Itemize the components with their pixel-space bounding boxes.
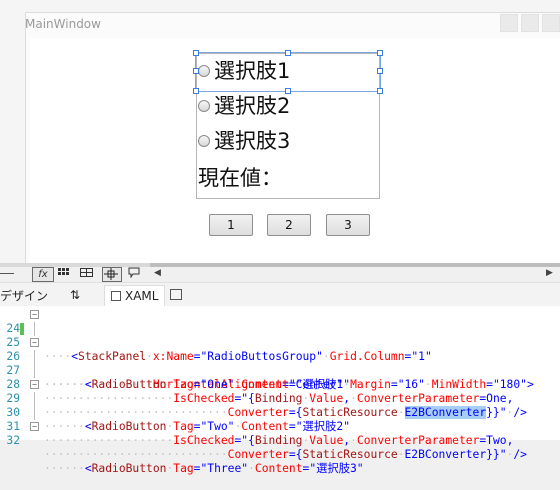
button-1[interactable]: 1: [209, 214, 253, 236]
fold-toggle-icon[interactable]: −: [30, 380, 39, 389]
resize-handle[interactable]: [285, 50, 291, 56]
swap-panes-icon[interactable]: ⇅: [70, 288, 80, 302]
code-text: ······<RadioButton·Tag="Three"·Content="…: [44, 462, 364, 475]
resize-handle[interactable]: [285, 88, 291, 94]
fx-button[interactable]: fx: [32, 267, 54, 282]
editor-tab-bar: デザイン ⇅ XAML: [0, 282, 560, 307]
radio-option-3[interactable]: 選択肢3: [198, 129, 290, 153]
code-line: 25 ················HorizontalAlignment="…: [0, 322, 560, 391]
radio-button-icon[interactable]: [198, 100, 210, 112]
resize-handle[interactable]: [193, 50, 199, 56]
code-text: ···························Converter={St…: [44, 448, 527, 461]
scroll-left-icon[interactable]: ◀: [154, 268, 161, 278]
minimize-icon: [500, 14, 518, 32]
code-line: 32 − ······<RadioButton·Tag="Three"·Cont…: [0, 420, 560, 475]
line-number: 32: [6, 434, 20, 447]
radio-button-icon[interactable]: [198, 65, 210, 77]
code-line: 31 ···························Converter=…: [0, 406, 560, 461]
radio-option-1[interactable]: 選択肢1: [198, 59, 290, 83]
fold-toggle-icon[interactable]: −: [30, 422, 39, 431]
tab-design[interactable]: デザイン: [0, 287, 48, 304]
xaml-code-editor[interactable]: 24 − ····<StackPanel·x:Name="RadioButtos…: [0, 306, 560, 475]
code-line: 30 ···················IsChecked="{Bindin…: [0, 392, 560, 447]
snap-lines-icon[interactable]: [102, 267, 122, 282]
resize-handle[interactable]: [377, 68, 383, 74]
close-icon: [542, 14, 560, 32]
resize-handle[interactable]: [193, 68, 199, 74]
radio-button-icon[interactable]: [198, 135, 210, 147]
code-line: 26 − ······<RadioButton·Tag="One"·Conten…: [0, 336, 560, 391]
code-line: 27 ···················IsChecked="{Bindin…: [0, 350, 560, 405]
code-line: 29 − ······<RadioButton·Tag="Two"·Conten…: [0, 378, 560, 433]
tab-xaml[interactable]: XAML: [104, 285, 166, 307]
scroll-right-icon[interactable]: ▶: [546, 268, 553, 278]
tab-xaml-label: XAML: [125, 289, 159, 303]
fold-toggle-icon[interactable]: −: [30, 338, 39, 347]
resize-handle[interactable]: [377, 88, 383, 94]
grid-icon[interactable]: [58, 267, 72, 280]
zoom-dropdown-icon[interactable]: [0, 273, 14, 274]
designer-surface[interactable]: MainWindow 選択肢1 選択肢2 選択肢3 現在値： 1 2 3: [0, 0, 560, 272]
radio-option-2[interactable]: 選択肢2: [198, 94, 290, 118]
radio-label: 選択肢2: [214, 94, 291, 118]
window-title: MainWindow: [25, 17, 101, 31]
resize-handle[interactable]: [193, 88, 199, 94]
code-line: 24 − ····<StackPanel·x:Name="RadioButtos…: [0, 308, 560, 363]
code-text: ···················IsChecked="{Binding·V…: [44, 434, 514, 447]
snap-grid-icon[interactable]: [80, 267, 94, 280]
code-line: 28 ···························Converter=…: [0, 364, 560, 419]
current-value-label: 現在値：: [198, 166, 282, 190]
maximize-icon: [521, 14, 539, 32]
designer-toolbar: fx: [0, 267, 560, 282]
radio-label: 選択肢1: [214, 59, 291, 83]
button-2[interactable]: 2: [267, 214, 311, 236]
button-3[interactable]: 3: [326, 214, 370, 236]
speech-bubble-icon[interactable]: [128, 267, 142, 280]
change-marker: [20, 323, 24, 335]
resize-handle[interactable]: [377, 50, 383, 56]
window-controls: [500, 14, 560, 32]
radio-label: 選択肢3: [214, 129, 291, 153]
fold-toggle-icon[interactable]: −: [30, 310, 39, 319]
pane-layout-icon[interactable]: [170, 289, 182, 300]
xaml-file-icon: [111, 291, 121, 301]
